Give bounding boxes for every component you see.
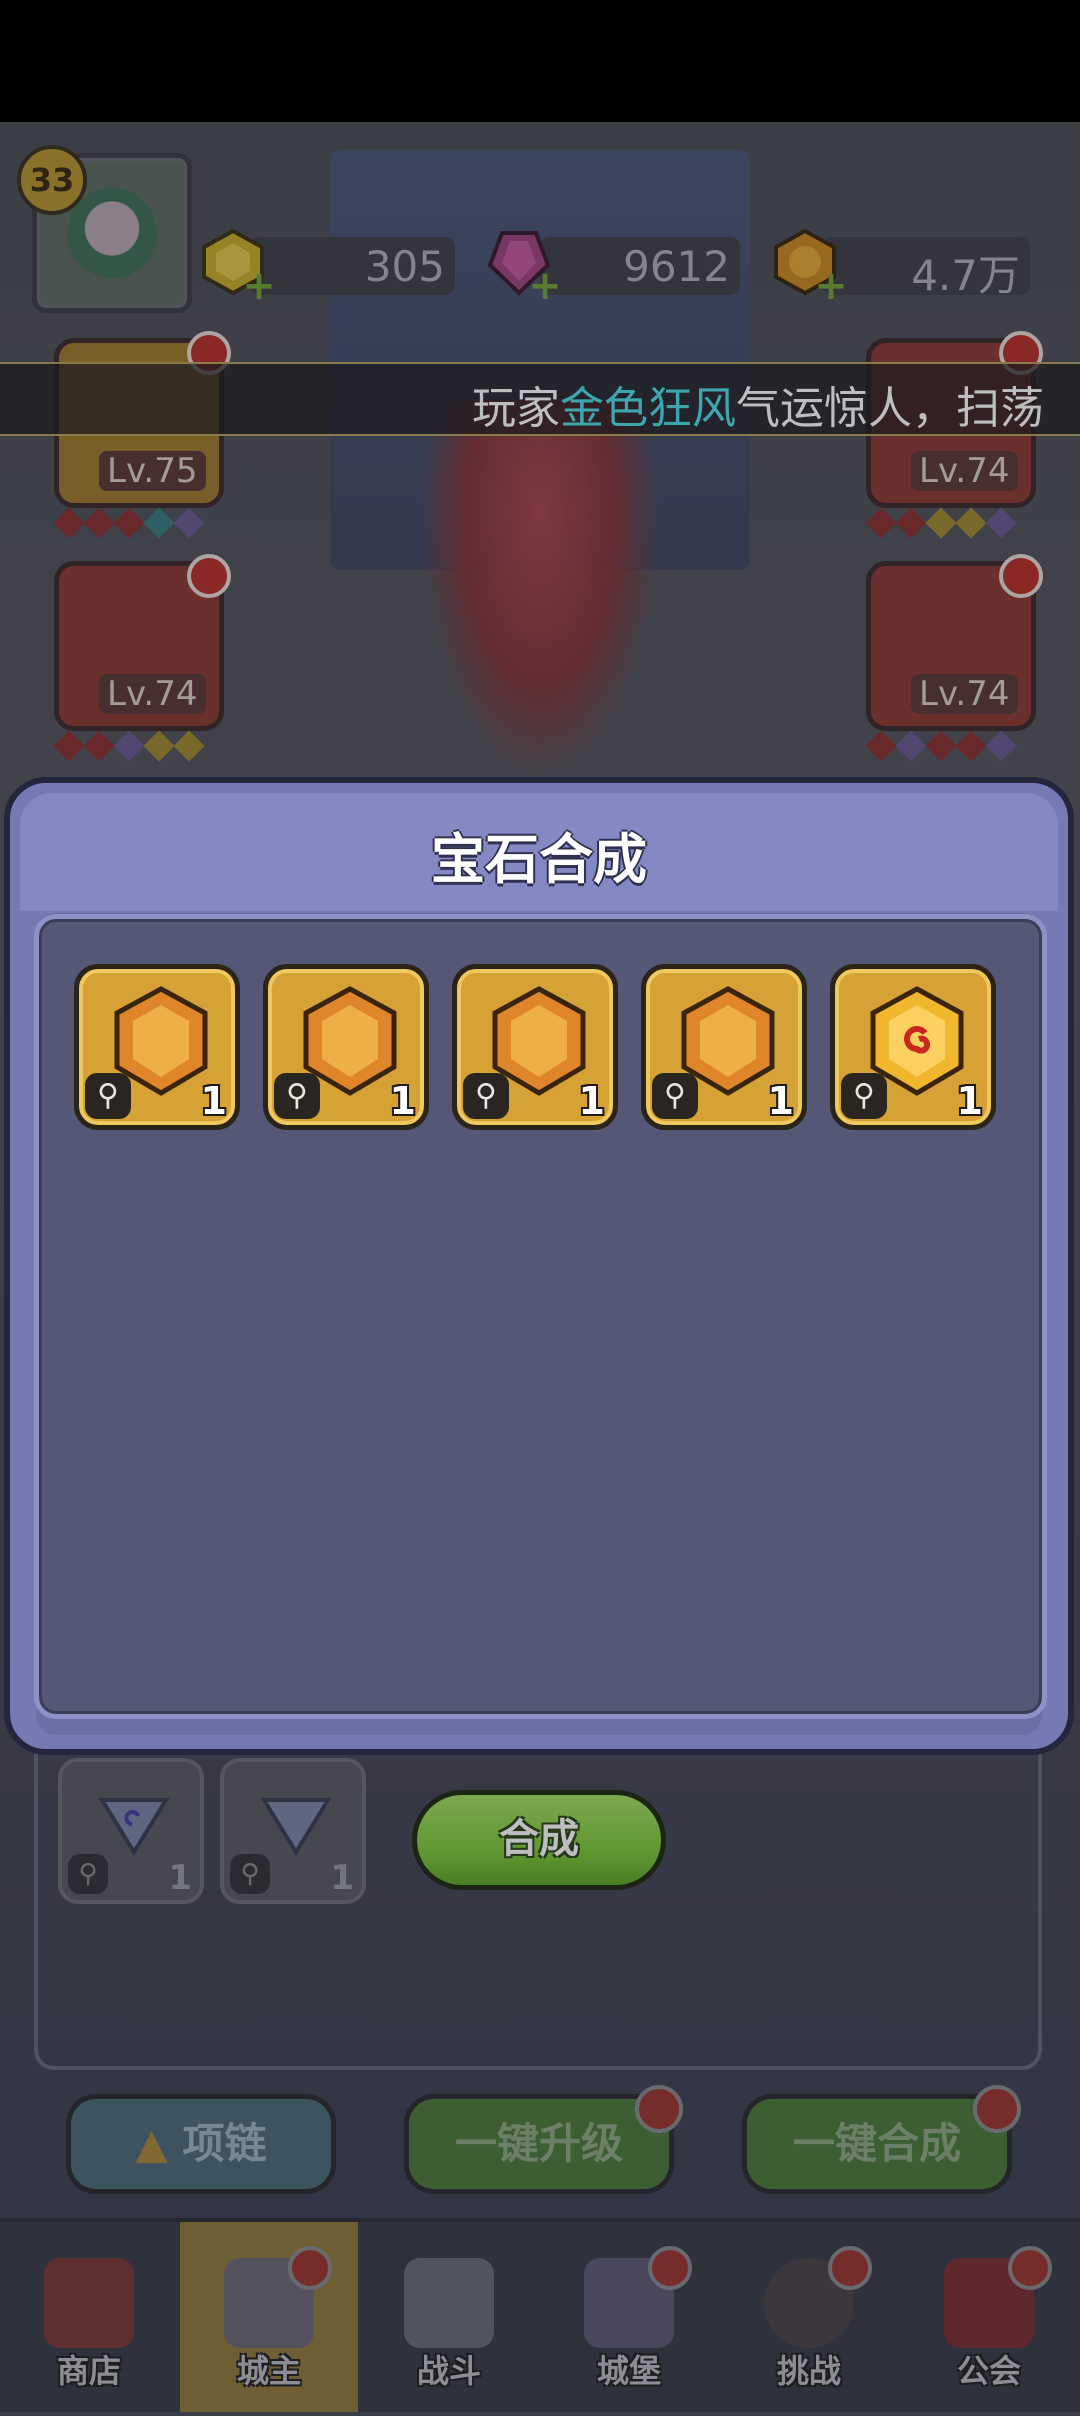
dialog-header: 宝石合成	[20, 793, 1058, 911]
lock-icon: ⚲	[463, 1073, 509, 1119]
slot-quantity: 1	[767, 1079, 794, 1123]
slot-quantity: 1	[956, 1079, 983, 1123]
gem-slot[interactable]: ⚲ 1	[74, 964, 240, 1130]
lock-icon: ⚲	[652, 1073, 698, 1119]
lock-icon: ⚲	[841, 1073, 887, 1119]
slot-quantity: 1	[389, 1079, 416, 1123]
lock-icon: ⚲	[85, 1073, 131, 1119]
slot-quantity: 1	[200, 1079, 227, 1123]
status-bar	[0, 0, 1080, 122]
gem-slot[interactable]: ⚲ 1	[452, 964, 618, 1130]
dialog-title: 宝石合成	[431, 828, 647, 891]
lock-icon: ⚲	[274, 1073, 320, 1119]
gem-slot[interactable]: ⚲ 1	[830, 964, 996, 1130]
slot-quantity: 1	[578, 1079, 605, 1123]
gem-slot[interactable]: ⚲ 1	[641, 964, 807, 1130]
gem-slot[interactable]: ⚲ 1	[263, 964, 429, 1130]
